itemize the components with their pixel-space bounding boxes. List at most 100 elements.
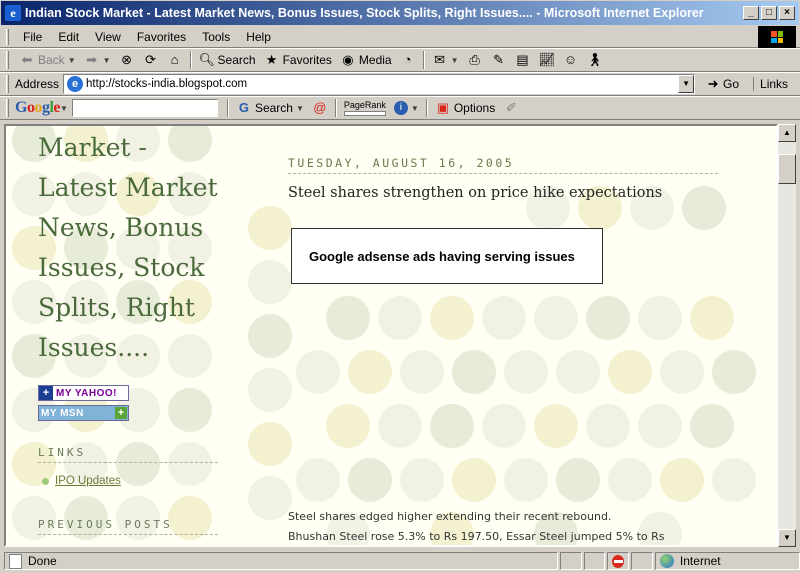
maximize-button[interactable]: □: [761, 6, 777, 20]
chart-icon: 📈︎: [538, 52, 556, 67]
menu-tools[interactable]: Tools: [194, 30, 238, 44]
discuss-button[interactable]: ▤: [511, 49, 535, 71]
page-viewport[interactable]: Market - Latest Market News, Bonus Issue…: [4, 124, 778, 547]
smiley-icon: ☺: [563, 52, 578, 67]
menu-favorites[interactable]: Favorites: [129, 30, 194, 44]
address-bar: Address e http://stocks-india.blogspot.c…: [0, 72, 800, 96]
home-button[interactable]: ⌂: [163, 49, 187, 71]
google-search-input[interactable]: [71, 99, 218, 117]
sidebar: Market - Latest Market News, Bonus Issue…: [6, 126, 236, 545]
google-logo[interactable]: Google: [15, 99, 60, 117]
home-icon: ⌂: [170, 52, 179, 67]
globe-icon: [659, 554, 674, 568]
menu-file[interactable]: File: [15, 30, 50, 44]
refresh-button[interactable]: ⟳: [139, 49, 163, 71]
links-button[interactable]: Links: [753, 77, 788, 91]
status-bar: Done Internet: [0, 549, 800, 573]
plus-icon: +: [115, 407, 127, 419]
scroll-thumb[interactable]: [778, 154, 796, 184]
messenger-chart-button[interactable]: 📈︎: [535, 49, 559, 71]
highlighter-icon: ✐: [505, 100, 517, 115]
menu-bar: File Edit View Favorites Tools Help: [0, 26, 800, 48]
google-news-button[interactable]: @: [308, 97, 332, 119]
pagerank-info-button[interactable]: i ▼: [390, 97, 423, 119]
zone-text: Internet: [679, 554, 721, 568]
address-url[interactable]: http://stocks-india.blogspot.com: [86, 78, 678, 90]
add-to-my-msn-button[interactable]: MY MSN +: [38, 405, 129, 421]
vertical-scrollbar[interactable]: ▲ ▼: [778, 124, 796, 547]
back-button[interactable]: ⬅ Back ▼: [15, 49, 80, 71]
page-done-icon: [9, 553, 22, 569]
go-arrow-icon: ➜: [707, 76, 719, 91]
highlight-button[interactable]: ✐: [499, 97, 523, 119]
history-icon: ◔: [403, 52, 412, 67]
menu-edit[interactable]: Edit: [50, 30, 87, 44]
stop-button[interactable]: ⊗: [115, 49, 139, 71]
ad-placeholder: Google adsense ads having serving issues: [291, 228, 603, 284]
person-icon: 🚶︎: [586, 52, 604, 67]
chevron-down-icon: ▼: [67, 55, 76, 65]
mail-icon: ✉: [434, 52, 446, 67]
search-button[interactable]: 🔍︎ Search: [195, 49, 260, 71]
close-button[interactable]: ×: [779, 6, 795, 20]
search-icon: 🔍︎: [198, 52, 216, 67]
google-toolbar: Google ▼ G Search ▼ @ PageRank i ▼ ▣ Opt…: [0, 96, 800, 120]
document-icon: ▤: [516, 52, 529, 67]
status-privacy: [631, 552, 653, 570]
post-paragraph-line: Steel shares edged higher extending thei…: [288, 510, 612, 523]
pagerank-bar: [343, 110, 386, 116]
address-label: Address: [15, 77, 60, 91]
window-controls: _ □ ×: [743, 6, 795, 20]
toolbar-grip[interactable]: [6, 99, 9, 117]
google-search-button[interactable]: G Search ▼: [232, 97, 308, 119]
star-icon: ★: [265, 52, 278, 67]
person-button[interactable]: 🚶︎: [583, 49, 607, 71]
bullet-icon: [42, 477, 49, 485]
print-button[interactable]: ⎙: [463, 49, 487, 71]
menu-help[interactable]: Help: [238, 30, 279, 44]
add-to-my-yahoo-button[interactable]: + MY YAHOO!: [38, 385, 129, 401]
menu-view[interactable]: View: [87, 30, 129, 44]
media-button[interactable]: ◉ Media: [336, 49, 396, 71]
sidebar-link-ipo-updates[interactable]: IPO Updates: [42, 475, 121, 487]
page-icon: e: [67, 76, 84, 92]
post-date: TUESDAY, AUGUST 16, 2005: [288, 156, 718, 174]
stop-icon: ⊗: [121, 52, 132, 67]
history-button[interactable]: ◔: [396, 49, 420, 71]
messenger-button[interactable]: ☺: [559, 49, 583, 71]
info-icon: i: [393, 101, 408, 115]
media-icon: ◉: [342, 52, 354, 67]
plus-icon: +: [39, 386, 53, 400]
window-title: Indian Stock Market - Latest Market News…: [25, 6, 704, 20]
forward-arrow-icon: ➡: [86, 52, 98, 67]
options-button[interactable]: ▣ Options: [431, 97, 499, 119]
go-button[interactable]: ➜ Go: [705, 76, 739, 92]
scroll-up-button[interactable]: ▲: [778, 124, 796, 142]
address-input[interactable]: e http://stocks-india.blogspot.com ▼: [63, 74, 696, 94]
scroll-down-button[interactable]: ▼: [778, 529, 796, 547]
status-popup-blocker[interactable]: [607, 552, 630, 570]
status-lock: [583, 552, 606, 570]
status-text: Done: [28, 554, 57, 568]
chevron-down-icon[interactable]: ▼: [60, 104, 68, 113]
toolbar-grip[interactable]: [6, 28, 9, 45]
toolbar-grip[interactable]: [6, 75, 9, 93]
post-title: Steel shares strengthen on price hike ex…: [288, 185, 663, 201]
edit-button[interactable]: ✎: [487, 49, 511, 71]
google-g-icon: G: [238, 100, 249, 115]
options-icon: ▣: [436, 100, 449, 115]
security-zone[interactable]: Internet: [654, 552, 800, 570]
mail-button[interactable]: ✉ ▼: [428, 49, 463, 71]
minimize-button[interactable]: _: [743, 6, 759, 20]
blog-title: Market - Latest Market News, Bonus Issue…: [38, 133, 218, 362]
post-paragraph-line: Bhushan Steel rose 5.3% to Rs 197.50, Es…: [288, 530, 665, 543]
forward-button[interactable]: ➡ ▼: [80, 49, 115, 71]
ie-icon: e: [5, 5, 21, 21]
toolbar-grip[interactable]: [6, 51, 9, 69]
favorites-button[interactable]: ★ Favorites: [260, 49, 336, 71]
address-dropdown-button[interactable]: ▼: [678, 75, 695, 93]
standard-toolbar: ⬅ Back ▼ ➡ ▼ ⊗ ⟳ ⌂ 🔍︎ Search ★ Favorites…: [0, 48, 800, 72]
swirl-icon: @: [313, 100, 327, 115]
status-main: Done: [4, 552, 559, 570]
back-arrow-icon: ⬅: [21, 52, 33, 67]
